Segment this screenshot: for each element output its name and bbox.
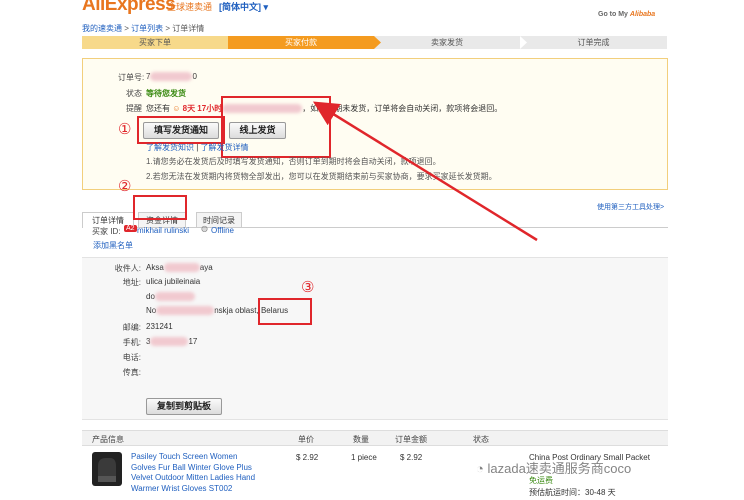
watermark-text: ◔ lazada速卖通服务商coco: [476, 458, 631, 477]
address-line-1: ulica jubileinaia: [146, 277, 201, 286]
chevron-down-icon: ▾: [263, 2, 269, 12]
step-seller-ship: 卖家发货: [374, 36, 520, 49]
buyer-id-label: 买家 ID:: [92, 227, 121, 236]
annotation-number-2: ②: [118, 178, 132, 195]
quantity: 1 piece: [351, 453, 377, 462]
remind-time: 8天 17小时: [182, 104, 223, 113]
step-arrow-icon: [222, 36, 228, 49]
remind-text: ，如果逾期未发货，订单将会自动关闭，款项将会退回。: [302, 104, 503, 113]
step-arrow-icon: [520, 36, 527, 49]
breadcrumb-order-list[interactable]: 订单列表: [131, 24, 163, 33]
buyer-name-link[interactable]: mikhail rulinski: [137, 226, 189, 235]
estimated-shipping-time: 预估航运时间：30-48 天: [529, 488, 616, 497]
th-unit-price: 单价: [298, 435, 314, 444]
recipient-label: 收件人:: [114, 264, 141, 273]
step-order-complete: 订单完成: [520, 36, 667, 49]
recipient-end: aya: [199, 263, 213, 272]
link-separator: |: [196, 143, 199, 152]
annotation-box-2: [133, 195, 187, 220]
logo-subtitle: 全球速卖通: [167, 2, 213, 12]
address-line-3-mid: nskja oblast,: [214, 306, 259, 315]
status-value: 等待您发货: [146, 89, 186, 98]
redaction-blur: [156, 306, 215, 316]
third-party-tool-link[interactable]: 使用第三方工具处理>: [597, 202, 664, 212]
add-blacklist-link[interactable]: 添加黑名单: [93, 240, 133, 251]
goto-my-alibaba-link[interactable]: Go to My Alibaba: [598, 11, 655, 18]
note-1: 1.请您务必在发货后及时填写发货通知，否则订单到期时将会自动关闭，款项退回。: [146, 157, 441, 166]
address-line-3-start: No: [146, 306, 157, 315]
order-id-value: 70: [146, 72, 197, 82]
breadcrumb-order-detail: 订单详情: [172, 24, 205, 33]
fax-label: 传真:: [122, 368, 141, 377]
th-product-info: 产品信息: [92, 435, 124, 444]
unit-price: $ 2.92: [296, 453, 319, 462]
breadcrumb-my-aliexpress[interactable]: 我的速卖通: [82, 24, 122, 33]
watermark-label: lazada速卖通服务商coco: [487, 461, 632, 476]
status-label: 状态: [126, 89, 142, 98]
annotation-box-1: [137, 116, 225, 144]
product-title-link[interactable]: Pasiley Touch Screen Women Golves Fur Ba…: [131, 452, 263, 494]
address-label: 地址:: [122, 278, 141, 287]
annotation-number-3: ③: [301, 279, 315, 296]
copy-to-clipboard-button[interactable]: 复制到剪贴板: [146, 398, 222, 415]
order-progress-steps: 买家下单 买家付款 卖家发货 订单完成: [82, 36, 667, 49]
online-status[interactable]: Offline: [211, 226, 234, 235]
step-buyer-pay: 买家付款: [228, 36, 374, 49]
note-2: 2.若您无法在发货期内将货物全部发出，您可以在发货期结束前与买家协商，要求买家延…: [146, 172, 497, 181]
wechat-icon: ◔: [476, 461, 484, 476]
step-buyer-order: 买家下单: [82, 36, 228, 49]
remind-label: 提醒: [126, 104, 142, 113]
zip-label: 邮编:: [122, 323, 141, 332]
order-amount: $ 2.92: [400, 453, 423, 462]
redaction-blur: [154, 292, 195, 302]
zip-value: 231241: [146, 322, 173, 331]
address-line-2: do: [146, 292, 195, 302]
redaction-blur: [163, 263, 200, 273]
annotation-box-3: [258, 298, 312, 325]
language-selector[interactable]: [简体中文] ▾: [219, 0, 268, 13]
phone-label: 电话:: [122, 353, 141, 362]
breadcrumb: 我的速卖通 > 订单列表 > 订单详情: [82, 24, 205, 33]
order-id-end: 0: [192, 72, 197, 81]
order-id-label: 订单号:: [118, 73, 145, 82]
mobile-label: 手机:: [122, 338, 141, 347]
glove-icon: [98, 458, 116, 482]
step-arrow-icon: [374, 36, 381, 49]
help-links: 了解发货知识 | 了解发货详情: [146, 142, 249, 153]
redaction-blur: [150, 337, 189, 347]
product-thumbnail[interactable]: [92, 452, 122, 486]
shipping-detail-link[interactable]: 了解发货详情: [201, 143, 249, 152]
alibaba-brand: Alibaba: [629, 11, 656, 18]
th-order-amount: 订单金额: [395, 435, 427, 444]
goto-prefix: Go to My: [598, 11, 628, 18]
buyer-level-badge: A2: [124, 225, 137, 232]
redaction-blur: [150, 72, 193, 82]
th-status: 状态: [473, 435, 489, 444]
language-label: [简体中文]: [219, 2, 261, 12]
recipient-start: Aksa: [146, 263, 164, 272]
clock-icon: ☺: [172, 104, 181, 113]
product-table-header: 产品信息 单价 数量 订单金额 状态: [82, 430, 668, 446]
annotation-number-1: ①: [118, 121, 132, 138]
chat-icon[interactable]: ◍: [201, 224, 208, 233]
mobile-end: 17: [188, 337, 198, 346]
mobile-value: 3 17: [146, 337, 198, 347]
remind-prefix: 您还有: [146, 104, 170, 113]
th-quantity: 数量: [353, 435, 369, 444]
address-line-2-start: do: [146, 292, 155, 301]
recipient-value: Aksa aya: [146, 263, 213, 273]
aliexpress-logo[interactable]: AliExpress: [82, 0, 176, 16]
learn-shipping-link[interactable]: 了解发货知识: [146, 143, 194, 152]
